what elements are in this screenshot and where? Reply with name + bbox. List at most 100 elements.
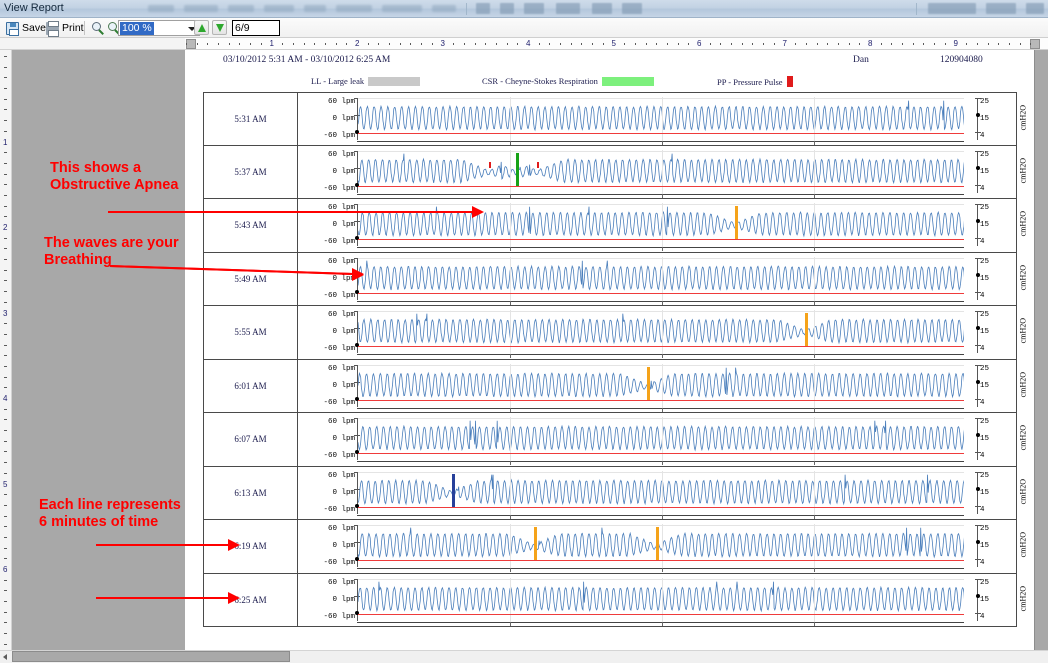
ann-sixmin: Each line represents 6 minutes of time bbox=[39, 497, 181, 530]
y-axis-left-tick-label: 0 lpm bbox=[332, 542, 355, 550]
y-axis-right-tick-label: 25 bbox=[980, 578, 990, 587]
legend-item-large-leak: LL - Large leak bbox=[311, 76, 421, 86]
ruler-tick bbox=[1008, 43, 1010, 45]
titlebar-item-blurred-right-1[interactable] bbox=[928, 3, 976, 14]
waveform-plot[interactable] bbox=[358, 97, 964, 141]
waveform-plot[interactable]: OA bbox=[358, 149, 964, 194]
plot-gridline bbox=[662, 577, 663, 622]
next-page-button[interactable] bbox=[212, 20, 227, 35]
horizontal-scrollbar[interactable] bbox=[0, 651, 1036, 662]
x-axis-line bbox=[357, 193, 964, 195]
event-marker-h[interactable]: H bbox=[644, 364, 650, 400]
title-menu-bar: View Report bbox=[0, 0, 1048, 18]
waveform-plot[interactable] bbox=[358, 577, 964, 622]
y-axis-right bbox=[977, 578, 978, 621]
event-marker-h[interactable]: H bbox=[653, 524, 659, 560]
pressure-trace bbox=[358, 506, 964, 508]
x-axis-tick bbox=[662, 354, 663, 358]
event-marker-h[interactable]: H bbox=[732, 203, 738, 239]
y-axis-left-labels: 60 lpm 0 lpm -60 lpm bbox=[299, 579, 355, 623]
y-axis-right-unit-label: cmH2O bbox=[1018, 157, 1027, 183]
ruler-tick bbox=[207, 43, 209, 45]
event-marker-h[interactable]: H bbox=[531, 524, 538, 560]
ruler-tick bbox=[827, 43, 829, 45]
vertical-ruler[interactable]: 1 2 3 4 5 6 bbox=[0, 50, 12, 650]
horizontal-ruler-left-margin-marker[interactable] bbox=[186, 39, 196, 49]
waveform-plot[interactable]: H bbox=[358, 310, 964, 354]
menu-item-blurred-4[interactable] bbox=[264, 5, 294, 12]
toolbar-icon-blurred-5[interactable] bbox=[592, 3, 612, 14]
print-button[interactable]: Print bbox=[44, 20, 86, 37]
chart-row[interactable]: 5:31 AM 60 lpm 0 lpm -60 lpm 25 15 4 cmH2O bbox=[203, 92, 1027, 146]
event-marker-oa[interactable]: OA bbox=[513, 150, 522, 186]
plot-gridline bbox=[510, 310, 511, 354]
menu-item-blurred-3[interactable] bbox=[228, 5, 254, 12]
menu-item-blurred-2[interactable] bbox=[184, 5, 218, 12]
page-number-input[interactable]: 6/9 bbox=[232, 20, 280, 36]
horizontal-scrollbar-thumb[interactable] bbox=[12, 651, 290, 662]
ruler-number: 7 bbox=[782, 39, 787, 48]
ruler-tick bbox=[4, 152, 7, 154]
chart-row[interactable]: 6:01 AM 60 lpm 0 lpm -60 lpm 25 15 4 cmH2O H bbox=[203, 359, 1027, 413]
event-marker-h[interactable]: H bbox=[802, 310, 808, 346]
x-axis-tick bbox=[814, 354, 815, 358]
previous-page-button[interactable] bbox=[194, 20, 209, 35]
save-button[interactable]: Save bbox=[4, 20, 48, 36]
toolbar-icon-blurred-6[interactable] bbox=[622, 3, 642, 14]
toolbar-icon-blurred-4[interactable] bbox=[556, 3, 580, 14]
y-axis-left-labels: 60 lpm 0 lpm -60 lpm bbox=[299, 98, 355, 142]
ruler-number: 3 bbox=[3, 308, 8, 318]
titlebar-item-blurred-right-3[interactable] bbox=[1026, 3, 1044, 14]
ruler-tick bbox=[4, 355, 7, 357]
horizontal-ruler[interactable]: 1 2 3 4 5 6 7 8 9 bbox=[0, 38, 1048, 50]
ruler-tick bbox=[4, 633, 7, 635]
chart-row[interactable]: 6:07 AM 60 lpm 0 lpm -60 lpm 25 15 4 cmH2O bbox=[203, 413, 1027, 467]
toolbar-icon-blurred-3[interactable] bbox=[524, 3, 544, 14]
waveform-plot[interactable]: HH bbox=[358, 524, 964, 568]
toolbar-icon-blurred-1[interactable] bbox=[476, 3, 490, 14]
menu-item-blurred-8[interactable] bbox=[432, 5, 456, 12]
chart-row[interactable]: 5:37 AM 60 lpm 0 lpm -60 lpm 25 15 4 cmH2O OA bbox=[203, 145, 1027, 199]
y-axis-right-tick-label: 4 bbox=[980, 345, 985, 353]
zoom-out-button[interactable] bbox=[90, 20, 107, 36]
event-marker-h[interactable]: H bbox=[449, 471, 456, 507]
waveform-plot[interactable] bbox=[358, 256, 964, 301]
waveform-plot[interactable]: H bbox=[358, 203, 964, 247]
chart-row[interactable]: 6:19 AM60 lpm0 lpm-60 lpm25154cmH2OHH bbox=[203, 520, 1027, 574]
event-marker-pressure-pulse[interactable] bbox=[537, 161, 540, 168]
plot-gridline bbox=[662, 470, 663, 515]
plot-gridline-top bbox=[358, 525, 964, 526]
ruler-tick bbox=[4, 184, 7, 186]
ruler-number: 2 bbox=[355, 39, 360, 48]
ruler-tick bbox=[250, 43, 252, 45]
menu-item-blurred-5[interactable] bbox=[304, 5, 326, 12]
titlebar-item-blurred-right-2[interactable] bbox=[986, 3, 1016, 14]
menu-item-blurred-7[interactable] bbox=[382, 5, 422, 12]
ruler-tick bbox=[485, 43, 487, 45]
ruler-tick bbox=[474, 43, 476, 45]
y-axis-left-tick-label: -60 lpm bbox=[323, 291, 355, 300]
waveform-plot[interactable]: H bbox=[358, 470, 964, 515]
waveform-plot[interactable] bbox=[358, 417, 964, 461]
chart-row[interactable]: 6:25 AM 60 lpm 0 lpm -60 lpm 25 15 4 cmH2O bbox=[203, 573, 1027, 627]
ruler-number: 3 bbox=[440, 39, 445, 48]
horizontal-ruler-right-margin-marker[interactable] bbox=[1030, 39, 1040, 49]
chart-row[interactable]: 5:43 AM60 lpm0 lpm-60 lpm25154cmH2OH bbox=[203, 199, 1027, 253]
ruler-tick bbox=[4, 536, 7, 538]
x-axis-tick bbox=[662, 141, 663, 145]
ruler-tick bbox=[4, 504, 7, 506]
ruler-tick bbox=[4, 611, 7, 613]
chart-row[interactable]: 6:13 AM 60 lpm 0 lpm -60 lpm 25 15 4 cmH2O H bbox=[203, 466, 1027, 520]
menu-item-blurred-6[interactable] bbox=[336, 5, 372, 12]
x-axis-tick bbox=[510, 193, 511, 198]
chart-row[interactable]: 5:49 AM 60 lpm 0 lpm -60 lpm 25 15 4 cmH2O bbox=[203, 252, 1027, 306]
ruler-tick bbox=[4, 547, 7, 549]
waveform-plot[interactable]: H bbox=[358, 363, 964, 408]
x-axis-tick bbox=[510, 300, 511, 305]
chart-row[interactable]: 5:55 AM 60 lpm 0 lpm -60 lpm 25 15 4 cmH2O H bbox=[203, 306, 1027, 360]
toolbar-icon-blurred-2[interactable] bbox=[500, 3, 514, 14]
menu-item-blurred-1[interactable] bbox=[148, 5, 174, 12]
zoom-level-select[interactable]: 100 % bbox=[118, 20, 200, 36]
event-marker-pressure-pulse[interactable] bbox=[488, 161, 491, 168]
scroll-left-button[interactable] bbox=[0, 651, 11, 662]
